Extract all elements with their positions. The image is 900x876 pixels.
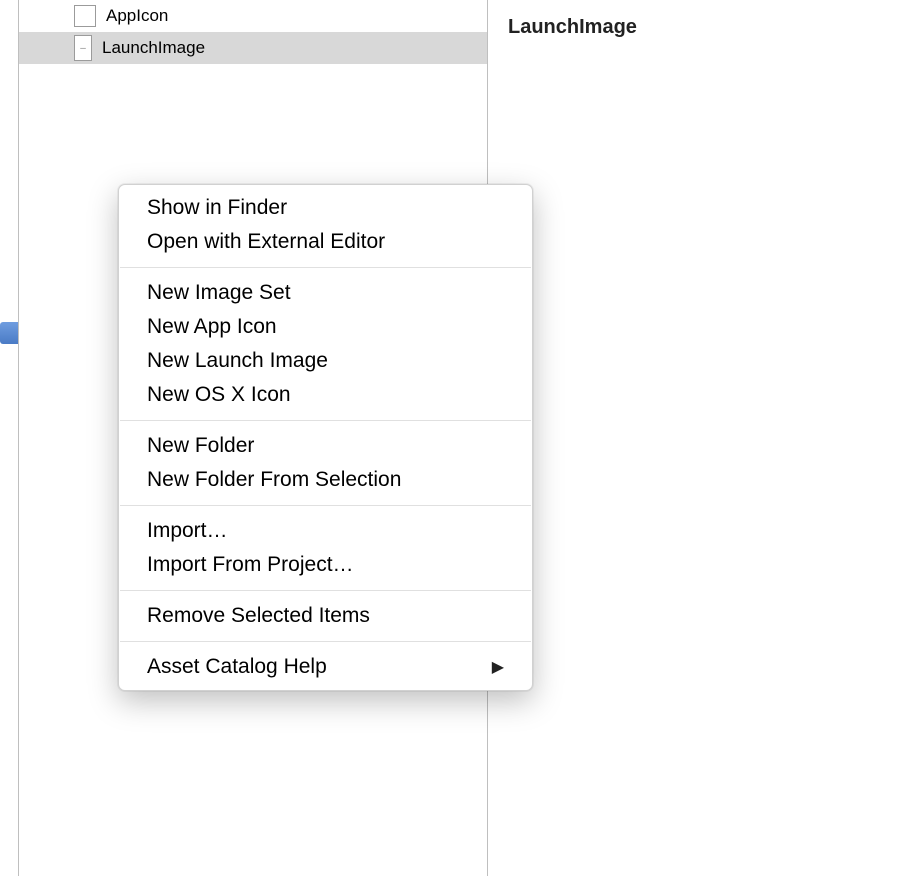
menu-item-new-folder[interactable]: New Folder (119, 429, 532, 463)
menu-item-label: New Folder From Selection (147, 468, 401, 492)
asset-item-launchimage[interactable]: – LaunchImage (19, 32, 487, 64)
menu-separator (120, 590, 531, 591)
menu-item-new-osx-icon[interactable]: New OS X Icon (119, 378, 532, 412)
menu-item-label: Asset Catalog Help (147, 655, 327, 679)
menu-item-label: New Launch Image (147, 349, 328, 373)
asset-item-label: AppIcon (106, 6, 168, 26)
menu-item-new-launch-image[interactable]: New Launch Image (119, 344, 532, 378)
asset-item-appicon[interactable]: AppIcon (19, 0, 487, 32)
menu-item-import[interactable]: Import… (119, 514, 532, 548)
detail-title: LaunchImage (508, 16, 880, 39)
menu-item-new-image-set[interactable]: New Image Set (119, 276, 532, 310)
asset-item-label: LaunchImage (102, 38, 205, 58)
menu-item-show-in-finder[interactable]: Show in Finder (119, 191, 532, 225)
menu-item-new-folder-selection[interactable]: New Folder From Selection (119, 463, 532, 497)
launchimage-icon: – (74, 35, 92, 61)
appicon-icon (74, 5, 96, 27)
menu-separator (120, 505, 531, 506)
menu-separator (120, 420, 531, 421)
menu-item-remove-selected[interactable]: Remove Selected Items (119, 599, 532, 633)
menu-item-import-from-project[interactable]: Import From Project… (119, 548, 532, 582)
menu-item-label: New App Icon (147, 315, 277, 339)
menu-item-new-app-icon[interactable]: New App Icon (119, 310, 532, 344)
menu-item-label: Remove Selected Items (147, 604, 370, 628)
submenu-arrow-icon: ▶ (492, 657, 504, 677)
menu-item-label: New OS X Icon (147, 383, 291, 407)
menu-item-label: Import From Project… (147, 553, 354, 577)
context-menu: Show in Finder Open with External Editor… (118, 184, 533, 691)
menu-item-label: Show in Finder (147, 196, 287, 220)
menu-item-label: New Image Set (147, 281, 291, 305)
left-gutter (0, 0, 18, 876)
menu-separator (120, 267, 531, 268)
menu-item-label: New Folder (147, 434, 254, 458)
main-panel: LaunchImage (488, 0, 900, 876)
menu-separator (120, 641, 531, 642)
menu-item-label: Import… (147, 519, 228, 543)
menu-item-label: Open with External Editor (147, 230, 385, 254)
menu-item-open-external-editor[interactable]: Open with External Editor (119, 225, 532, 259)
menu-item-asset-catalog-help[interactable]: Asset Catalog Help ▶ (119, 650, 532, 684)
